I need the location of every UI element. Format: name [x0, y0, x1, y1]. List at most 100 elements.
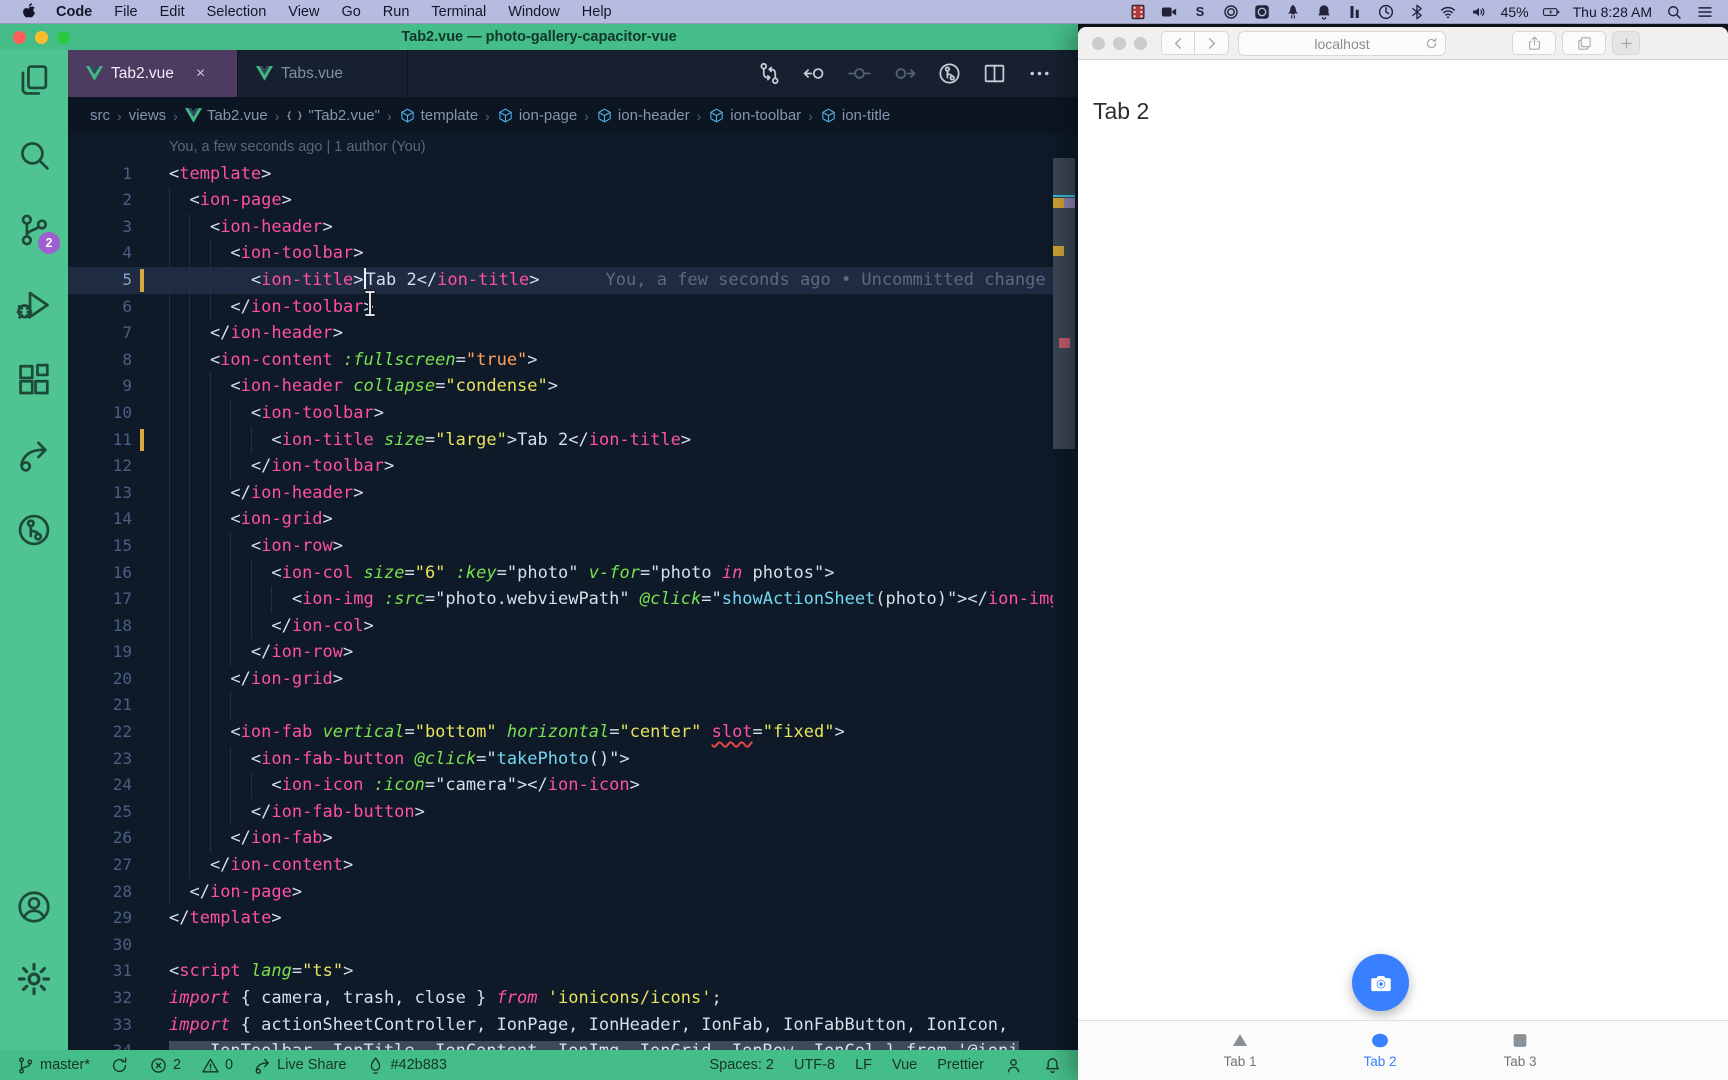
status-vue[interactable]: Vue [892, 1057, 917, 1073]
ion-tab-tab-2[interactable]: Tab 2 [1320, 1021, 1440, 1079]
tab-tab2-vue[interactable]: Tab2.vue× [68, 50, 238, 97]
code-line-8[interactable]: 8<ion-content :fullscreen="true"> [68, 347, 1053, 374]
film-strip-icon[interactable] [1129, 3, 1147, 21]
refresh-icon[interactable] [1424, 36, 1439, 51]
stats-bars-icon[interactable] [1346, 3, 1364, 21]
breadcrumb-item[interactable]: Tab2.vue [185, 107, 268, 124]
status-feedback[interactable] [1004, 1056, 1023, 1075]
new-tab-button[interactable] [1612, 31, 1640, 55]
tab-overview-button[interactable] [1562, 31, 1606, 55]
line-number[interactable]: 34 [68, 1038, 132, 1050]
code-editor[interactable]: You, a few seconds ago | 1 author (You) … [68, 134, 1053, 1050]
activity-settings-gear[interactable] [15, 960, 53, 998]
status--42b883[interactable]: #42b883 [366, 1056, 446, 1075]
line-number[interactable]: 19 [68, 639, 132, 666]
breadcrumb-item[interactable]: { }"Tab2.vue" [286, 107, 380, 124]
shush-icon[interactable]: S [1191, 3, 1209, 21]
menu-selection[interactable]: Selection [196, 0, 278, 24]
line-number[interactable]: 31 [68, 958, 132, 985]
line-number[interactable]: 7 [68, 320, 132, 347]
breadcrumb-item[interactable]: ion-page [497, 107, 577, 124]
status-prettier[interactable]: Prettier [937, 1057, 984, 1073]
line-number[interactable]: 24 [68, 772, 132, 799]
code-line-27[interactable]: 27</ion-content> [68, 852, 1053, 879]
battery-charging-icon[interactable] [1542, 3, 1560, 21]
activity-gitlens[interactable] [15, 511, 53, 549]
breadcrumb-item[interactable]: template [399, 107, 479, 124]
line-number[interactable]: 27 [68, 852, 132, 879]
code-line-13[interactable]: 13</ion-header> [68, 480, 1053, 507]
vscode-titlebar[interactable]: Tab2.vue — photo-gallery-capacitor-vue [0, 24, 1078, 50]
line-number[interactable]: 13 [68, 480, 132, 507]
gitlens-circle-icon[interactable] [937, 61, 962, 86]
code-line-25[interactable]: 25</ion-fab-button> [68, 799, 1053, 826]
status-master-[interactable]: master* [16, 1056, 90, 1075]
line-number[interactable]: 25 [68, 799, 132, 826]
status-2[interactable]: 2 [149, 1056, 181, 1075]
code-line-17[interactable]: 17<ion-img :src="photo.webviewPath" @cli… [68, 586, 1053, 613]
activity-account[interactable] [15, 888, 53, 926]
code-line-3[interactable]: 3<ion-header> [68, 214, 1053, 241]
menu-go[interactable]: Go [330, 0, 371, 24]
code-line-2[interactable]: 2<ion-page> [68, 187, 1053, 214]
code-line-12[interactable]: 12</ion-toolbar> [68, 453, 1053, 480]
bell-mac-icon[interactable] [1315, 3, 1333, 21]
menu-edit[interactable]: Edit [149, 0, 196, 24]
line-number[interactable]: 9 [68, 373, 132, 400]
close-window-button[interactable] [1092, 37, 1105, 50]
zoom-window-button[interactable] [1134, 37, 1147, 50]
menu-window[interactable]: Window [497, 0, 571, 24]
line-number[interactable]: 14 [68, 506, 132, 533]
menu-run[interactable]: Run [372, 0, 421, 24]
line-number[interactable]: 29 [68, 905, 132, 932]
line-number[interactable]: 33 [68, 1012, 132, 1039]
code-line-29[interactable]: 29</template> [68, 905, 1053, 932]
line-number[interactable]: 30 [68, 932, 132, 959]
status-0[interactable]: 0 [201, 1056, 233, 1075]
editor-scrollbar[interactable] [1053, 134, 1075, 1050]
code-line-20[interactable]: 20</ion-grid> [68, 666, 1053, 693]
menu-file[interactable]: File [103, 0, 148, 24]
line-number[interactable]: 15 [68, 533, 132, 560]
line-number[interactable]: 32 [68, 985, 132, 1012]
line-number[interactable]: 4 [68, 240, 132, 267]
code-line-31[interactable]: 31<script lang="ts"> [68, 958, 1053, 985]
code-line-15[interactable]: 15<ion-row> [68, 533, 1053, 560]
activity-run-debug[interactable] [15, 286, 53, 324]
volume-icon[interactable] [1470, 3, 1488, 21]
code-line-33[interactable]: 33import { actionSheetController, IonPag… [68, 1012, 1053, 1039]
line-number[interactable]: 16 [68, 560, 132, 587]
code-line-21[interactable]: 21 [68, 692, 1053, 719]
line-number[interactable]: 17 [68, 586, 132, 613]
close-window-button[interactable] [13, 31, 26, 44]
bluetooth-icon[interactable] [1408, 3, 1426, 21]
line-number[interactable]: 26 [68, 825, 132, 852]
next-change-icon[interactable] [892, 61, 917, 86]
status-spaces-2[interactable]: Spaces: 2 [709, 1057, 774, 1073]
minimize-window-button[interactable] [1113, 37, 1126, 50]
record-circle-icon[interactable] [1222, 3, 1240, 21]
code-line-28[interactable]: 28</ion-page> [68, 879, 1053, 906]
code-line-22[interactable]: 22<ion-fab vertical="bottom" horizontal=… [68, 719, 1053, 746]
address-bar[interactable]: localhost [1238, 31, 1446, 56]
camera-mac-icon[interactable] [1160, 3, 1178, 21]
code-line-34[interactable]: 34 IonToolbar, IonTitle, IonContent, Ion… [68, 1038, 1053, 1050]
code-line-24[interactable]: 24<ion-icon :icon="camera"></ion-icon> [68, 772, 1053, 799]
back-button[interactable] [1161, 31, 1195, 55]
breadcrumb-item[interactable]: ion-title [820, 107, 890, 124]
activity-live-share[interactable] [15, 436, 53, 474]
line-number[interactable]: 10 [68, 400, 132, 427]
rocket-icon[interactable] [1284, 3, 1302, 21]
split-editor-icon[interactable] [982, 61, 1007, 86]
line-number[interactable]: 1 [68, 161, 132, 188]
menu-terminal[interactable]: Terminal [420, 0, 497, 24]
activity-files[interactable] [15, 61, 53, 99]
status-utf-8[interactable]: UTF-8 [794, 1057, 835, 1073]
code-line-32[interactable]: 32import { camera, trash, close } from '… [68, 985, 1053, 1012]
code-line-16[interactable]: 16<ion-col size="6" :key="photo" v-for="… [68, 560, 1053, 587]
share-button[interactable] [1512, 31, 1556, 55]
line-number[interactable]: 6 [68, 294, 132, 321]
line-number[interactable]: 8 [68, 347, 132, 374]
breadcrumb-item[interactable]: src [90, 107, 110, 124]
prev-change-icon[interactable] [802, 61, 827, 86]
